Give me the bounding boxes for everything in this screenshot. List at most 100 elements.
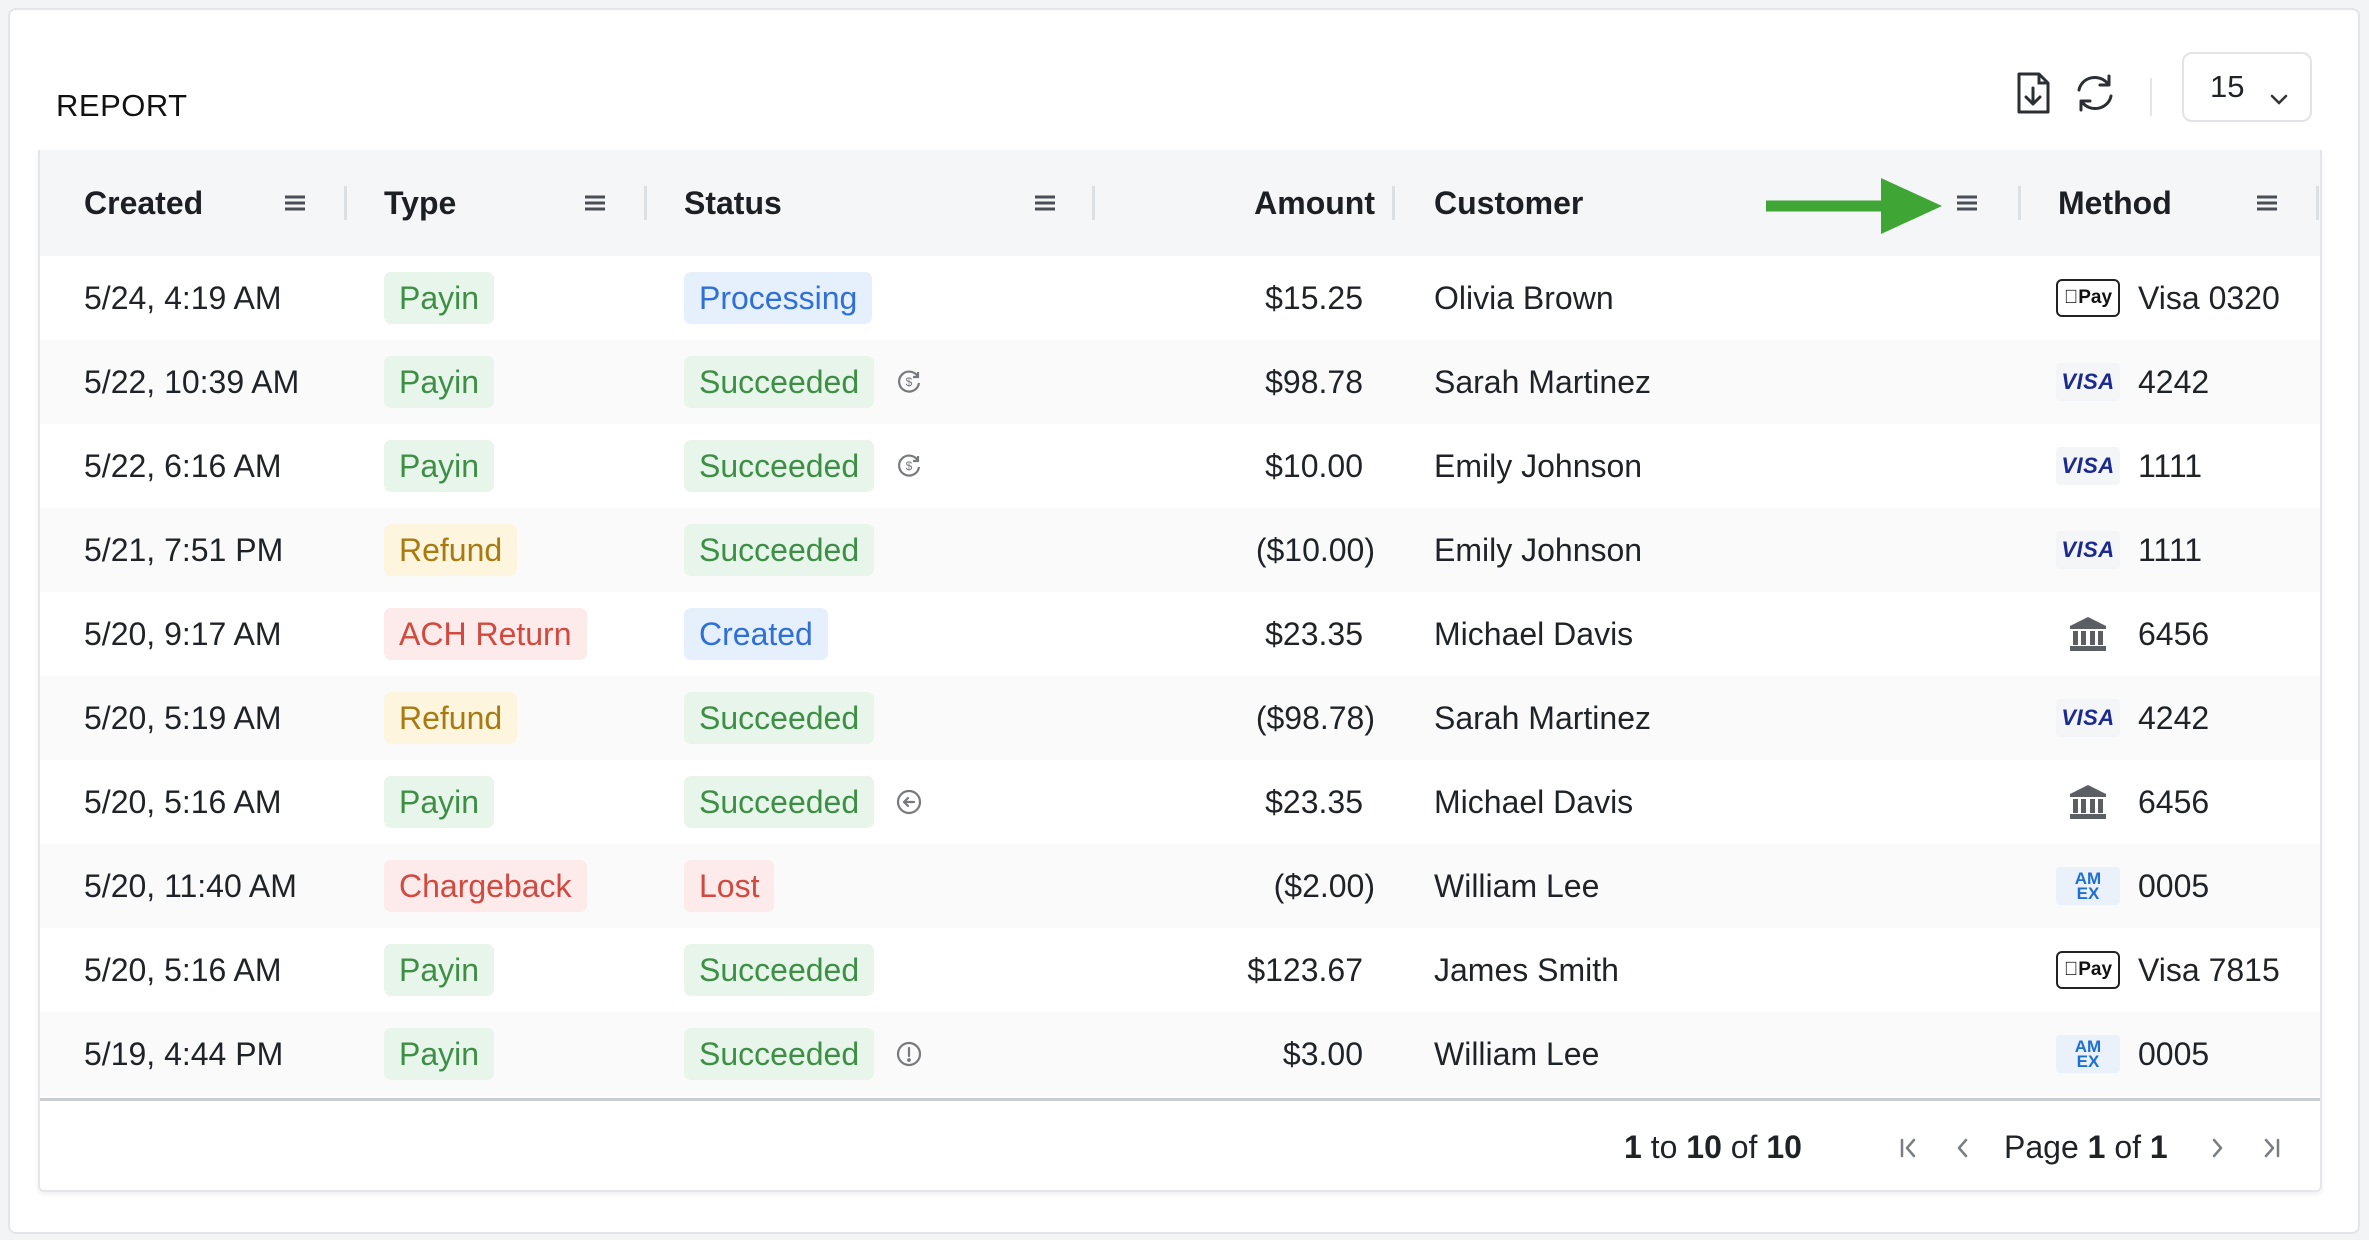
cell-method: VISA 1111 [2056, 424, 2202, 508]
customer-name: Emily Johnson [1434, 447, 1643, 484]
table-footer: 1 to 10 of 10 Page 1 of 1 [40, 1098, 2320, 1190]
column-resize-handle[interactable] [1392, 186, 1395, 220]
cell-amount: ($10.00) [1256, 508, 1375, 592]
column-header-status[interactable]: Status [684, 150, 782, 256]
column-menu-type[interactable] [580, 188, 610, 218]
next-page-button[interactable] [2200, 1131, 2234, 1165]
cell-status: Succeeded [684, 508, 875, 592]
customer-name: Sarah Martinez [1434, 699, 1651, 736]
row-range-summary: 1 to 10 of 10 [1624, 1129, 1802, 1165]
previous-page-button[interactable] [1946, 1131, 1980, 1165]
customer-name: James Smith [1434, 951, 1619, 988]
amount-value: $10.00 [1265, 447, 1363, 484]
first-page-button[interactable] [1892, 1131, 1926, 1165]
created-value: 5/21, 7:51 PM [84, 531, 284, 568]
cell-status: Lost [684, 844, 775, 928]
cell-amount: $15.25 [1265, 256, 1375, 340]
table-row[interactable]: 5/20, 5:16 AM Payin Succeeded $123.67 James … [40, 928, 2320, 1012]
info-icon[interactable] [896, 1041, 922, 1067]
amount-value: $123.67 [1247, 951, 1363, 988]
amex-logo: AM EX [2056, 867, 2120, 905]
cell-method: VISA 1111 [2056, 508, 2202, 592]
column-menu-method[interactable] [2252, 188, 2282, 218]
amount-value: ($98.78) [1255, 699, 1375, 736]
amount-value: ($2.00) [1273, 867, 1375, 904]
payment-method-value: 0005 [2138, 867, 2210, 904]
table-row[interactable]: 5/24, 4:19 AM Payin Processing $15.25 Olivia… [40, 256, 2320, 340]
column-resize-handle[interactable] [1092, 186, 1095, 220]
menu-icon [285, 195, 305, 211]
type-badge: ACH Return [384, 608, 587, 660]
refund-dollar-icon[interactable]: $ [896, 369, 922, 395]
chevron-right-icon [2212, 1138, 2223, 1158]
cell-method: VISA 4242 [2056, 340, 2209, 424]
cell-created: 5/20, 9:17 AM [84, 592, 281, 676]
last-page-button[interactable] [2254, 1131, 2288, 1165]
table-body: 5/24, 4:19 AM Payin Processing $15.25 Olivia… [40, 256, 2320, 1096]
page-indicator: Page 1 of 1 [2004, 1129, 2168, 1165]
cell-method: AM EX 0005 [2056, 1012, 2209, 1096]
cell-created: 5/19, 4:44 PM [84, 1012, 283, 1096]
table-row[interactable]: 5/22, 6:16 AM Payin Succeeded $ $10.00 Emily … [40, 424, 2320, 508]
return-arrow-icon[interactable] [896, 789, 922, 815]
table-row[interactable]: 5/19, 4:44 PM Payin Succeeded $3.00 William … [40, 1012, 2320, 1096]
cell-type: Payin [384, 1012, 495, 1096]
column-resize-handle[interactable] [2018, 186, 2021, 220]
column-header-method[interactable]: Method [2058, 150, 2172, 256]
table-row[interactable]: 5/22, 10:39 AM Payin Succeeded $ $98.78 Sarah… [40, 340, 2320, 424]
menu-icon [1957, 195, 1977, 211]
table-row[interactable]: 5/20, 5:19 AM Refund Succeeded ($98.78) Sara… [40, 676, 2320, 760]
table-row[interactable]: 5/20, 11:40 AM Chargeback Lost ($2.00) Willi… [40, 844, 2320, 928]
apple-pay-logo: Pay [2056, 279, 2120, 317]
table-row[interactable]: 5/20, 9:17 AM ACH Return Created $23.35 Mich… [40, 592, 2320, 676]
last-page-icon [2264, 1138, 2280, 1158]
bank-icon [2056, 783, 2120, 821]
cell-customer: William Lee [1434, 1012, 1599, 1096]
cell-method: 6456 [2056, 760, 2209, 844]
column-header-customer[interactable]: Customer [1434, 150, 1583, 256]
column-menu-customer[interactable] [1952, 188, 1982, 218]
toolbar-divider [2150, 78, 2152, 116]
cell-method: 6456 [2056, 592, 2209, 676]
cell-status: Succeeded [684, 1012, 922, 1096]
column-resize-handle[interactable] [644, 186, 647, 220]
cell-status: Succeeded $ [684, 340, 922, 424]
column-resize-handle[interactable] [2316, 186, 2319, 220]
cell-customer: Michael Davis [1434, 760, 1633, 844]
cell-customer: Emily Johnson [1434, 424, 1642, 508]
payment-method-value: 6456 [2138, 783, 2210, 820]
cell-customer: Michael Davis [1434, 592, 1633, 676]
column-menu-created[interactable] [280, 188, 310, 218]
cell-type: Payin [384, 928, 495, 1012]
column-header-type[interactable]: Type [384, 150, 456, 256]
column-resize-handle[interactable] [344, 186, 347, 220]
table-row[interactable]: 5/20, 5:16 AM Payin Succeeded $23.35 Michael… [40, 760, 2320, 844]
column-header-amount[interactable]: Amount [1254, 150, 1375, 256]
refresh-icon [2074, 73, 2116, 118]
type-badge: Refund [384, 692, 518, 744]
payment-method-value: 1111 [2138, 531, 2203, 568]
payment-method-value: 4242 [2138, 363, 2210, 400]
type-badge: Chargeback [384, 860, 587, 912]
created-value: 5/20, 9:17 AM [84, 615, 282, 652]
refund-dollar-icon[interactable]: $ [896, 453, 922, 479]
cell-customer: James Smith [1434, 928, 1619, 1012]
refresh-button[interactable] [2070, 70, 2120, 120]
column-menu-status[interactable] [1030, 188, 1060, 218]
column-header-created[interactable]: Created [84, 150, 203, 256]
type-badge: Refund [384, 524, 518, 576]
cell-type: Chargeback [384, 844, 587, 928]
cell-status: Created [684, 592, 828, 676]
cell-status: Processing [684, 256, 873, 340]
cell-method: VISA 4242 [2056, 676, 2209, 760]
cell-amount: $98.78 [1265, 340, 1375, 424]
amount-value: $15.25 [1265, 279, 1363, 316]
created-value: 5/20, 5:19 AM [84, 699, 282, 736]
svg-text:$: $ [906, 459, 913, 473]
page-size-select[interactable]: 15 [2182, 52, 2312, 122]
amount-value: $98.78 [1265, 363, 1363, 400]
table-row[interactable]: 5/21, 7:51 PM Refund Succeeded ($10.00) Emil… [40, 508, 2320, 592]
export-button[interactable] [2008, 70, 2058, 120]
cell-amount: ($2.00) [1274, 844, 1375, 928]
cell-type: Payin [384, 256, 495, 340]
